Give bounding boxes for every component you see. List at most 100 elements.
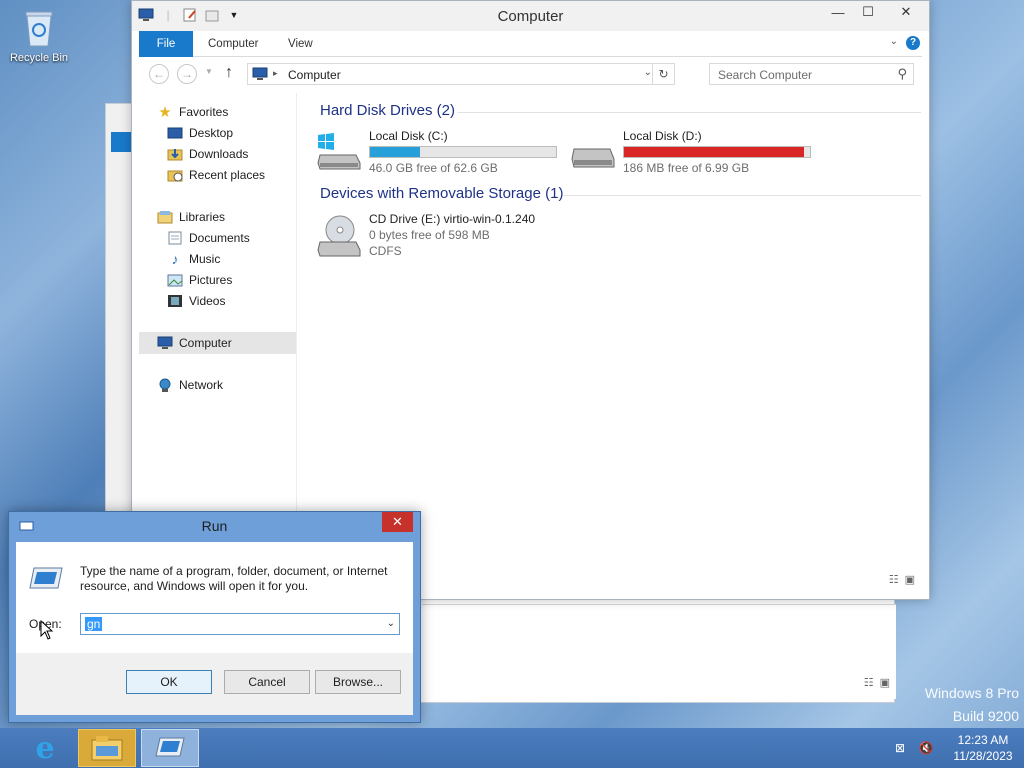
run-dialog: Run ✕ Type the name of a program, folder… bbox=[8, 511, 421, 723]
drive-c-name: Local Disk (C:) bbox=[369, 129, 448, 143]
address-dropdown-icon[interactable]: ⌄ bbox=[644, 67, 652, 78]
drive-e-filesystem: CDFS bbox=[369, 244, 402, 258]
system-tray: ⊠ 🔇 12:23 AM 11/28/2023 bbox=[890, 728, 1024, 768]
mouse-cursor-icon bbox=[40, 619, 54, 640]
tab-computer[interactable]: Computer bbox=[208, 31, 259, 57]
network-icon bbox=[157, 378, 173, 392]
nav-network[interactable]: Network bbox=[157, 375, 223, 395]
browse-button[interactable]: Browse... bbox=[315, 670, 401, 694]
help-icon[interactable]: ? bbox=[906, 36, 920, 50]
nav-recent-places[interactable]: Recent places bbox=[167, 165, 265, 185]
nav-recent-places-label: Recent places bbox=[189, 168, 266, 182]
windows-build-watermark: Build 9200 bbox=[952, 708, 1019, 724]
music-icon: ♪ bbox=[171, 251, 179, 267]
forward-button[interactable]: → bbox=[177, 64, 197, 84]
maximize-button[interactable]: ☐ bbox=[853, 1, 883, 23]
details-view-icon[interactable]: ☷ bbox=[889, 573, 899, 586]
group-divider bbox=[564, 195, 921, 196]
nav-desktop[interactable]: Desktop bbox=[167, 123, 233, 143]
nav-computer[interactable]: Computer bbox=[157, 333, 232, 353]
background-window-accent bbox=[111, 132, 131, 152]
run-program-icon bbox=[28, 566, 64, 592]
nav-favorites[interactable]: ★ Favorites bbox=[157, 102, 228, 122]
ok-button[interactable]: OK bbox=[126, 670, 212, 694]
run-icon bbox=[155, 737, 185, 757]
run-title: Run bbox=[201, 518, 228, 534]
nav-videos-label: Videos bbox=[189, 294, 226, 308]
nav-pictures[interactable]: Pictures bbox=[167, 270, 232, 290]
nav-downloads[interactable]: Downloads bbox=[167, 144, 248, 164]
details-view-icon[interactable]: ☷ bbox=[864, 676, 874, 689]
group-removable-storage[interactable]: Devices with Removable Storage (1) bbox=[320, 185, 563, 202]
drive-d-name: Local Disk (D:) bbox=[623, 129, 702, 143]
background-window-bottom-pane: ☷ ▣ bbox=[422, 604, 896, 699]
run-body: Type the name of a program, folder, docu… bbox=[16, 542, 413, 715]
star-icon: ★ bbox=[158, 104, 172, 121]
search-placeholder: Search Computer bbox=[718, 68, 813, 82]
recent-locations-icon[interactable]: ▼ bbox=[205, 67, 213, 76]
view-toggle: ☷ ▣ bbox=[889, 573, 915, 586]
breadcrumb-chevron-icon[interactable]: ▸ bbox=[273, 68, 278, 79]
large-icons-view-icon[interactable]: ▣ bbox=[905, 573, 915, 586]
drive-d-usage-bar bbox=[623, 146, 811, 158]
taskbar-internet-explorer[interactable]: e bbox=[16, 729, 74, 767]
run-button-bar: OK Cancel Browse... bbox=[16, 653, 413, 715]
close-button[interactable]: ✕ bbox=[883, 1, 929, 23]
drive-c-free: 46.0 GB free of 62.6 GB bbox=[369, 161, 498, 175]
desktop: { "desktop": { "recycle_bin_label": "Rec… bbox=[0, 0, 1024, 768]
desktop-icon bbox=[167, 126, 183, 140]
network-error-icon[interactable]: ⊠ bbox=[890, 740, 910, 756]
drive-d-usage-fill bbox=[624, 147, 805, 157]
refresh-icon[interactable]: ↻ bbox=[652, 64, 674, 84]
recycle-bin-shortcut[interactable]: Recycle Bin bbox=[6, 6, 72, 64]
tab-file[interactable]: File bbox=[139, 31, 193, 57]
nav-libraries-label: Libraries bbox=[179, 210, 226, 224]
tab-view[interactable]: View bbox=[288, 31, 313, 57]
recent-places-icon bbox=[167, 168, 183, 182]
drive-c[interactable]: Local Disk (C:) 46.0 GB free of 62.6 GB bbox=[316, 129, 561, 175]
nav-videos[interactable]: Videos bbox=[167, 291, 225, 311]
address-computer-icon bbox=[252, 67, 268, 84]
taskbar-run[interactable] bbox=[141, 729, 199, 767]
volume-muted-icon[interactable]: 🔇 bbox=[916, 740, 936, 756]
hard-drive-icon bbox=[570, 131, 616, 171]
expand-ribbon-icon[interactable]: ⌄ bbox=[890, 36, 898, 47]
chevron-down-icon[interactable]: ⌄ bbox=[387, 618, 395, 629]
run-description: Type the name of a program, folder, docu… bbox=[80, 564, 388, 593]
downloads-icon bbox=[167, 147, 183, 161]
videos-icon bbox=[167, 294, 183, 308]
window-controls: — ☐ ✕ bbox=[823, 1, 929, 23]
explorer-window: | ▼ Computer — ☐ ✕ File Computer View ⌄ … bbox=[131, 0, 930, 600]
taskbar: e ⊠ 🔇 12:23 AM 11/28/2023 bbox=[0, 728, 1024, 768]
address-text[interactable]: Computer bbox=[288, 68, 341, 82]
up-button[interactable]: ↑ bbox=[225, 64, 233, 82]
nav-documents-label: Documents bbox=[189, 231, 250, 245]
large-icons-view-icon[interactable]: ▣ bbox=[880, 676, 890, 689]
file-explorer-icon bbox=[91, 736, 123, 761]
nav-favorites-label: Favorites bbox=[179, 105, 229, 119]
address-bar[interactable]: ▸ Computer ⌄ ↻ bbox=[247, 63, 675, 85]
drive-e-free: 0 bytes free of 598 MB bbox=[369, 228, 490, 242]
pictures-icon bbox=[167, 273, 183, 287]
minimize-button[interactable]: — bbox=[823, 1, 853, 23]
taskbar-file-explorer[interactable] bbox=[78, 729, 136, 767]
search-icon[interactable]: ⚲ bbox=[897, 66, 907, 82]
run-close-button[interactable]: ✕ bbox=[382, 512, 413, 532]
clock[interactable]: 12:23 AM 11/28/2023 bbox=[942, 732, 1024, 764]
explorer-titlebar[interactable]: | ▼ Computer — ☐ ✕ bbox=[132, 1, 929, 31]
drive-e[interactable]: CD Drive (E:) virtio-win-0.1.240 0 bytes… bbox=[316, 212, 561, 264]
nav-desktop-label: Desktop bbox=[189, 126, 234, 140]
drive-d[interactable]: Local Disk (D:) 186 MB free of 6.99 GB bbox=[570, 129, 815, 175]
group-hard-disk-drives[interactable]: Hard Disk Drives (2) bbox=[320, 102, 455, 119]
back-button[interactable]: ← bbox=[149, 64, 169, 84]
clock-date: 11/28/2023 bbox=[953, 749, 1013, 763]
nav-documents[interactable]: Documents bbox=[167, 228, 250, 248]
open-combobox[interactable]: gn ⌄ bbox=[80, 613, 400, 635]
hard-drive-windows-icon bbox=[316, 131, 362, 171]
ribbon: File Computer View ⌄ ? bbox=[139, 31, 922, 57]
nav-libraries[interactable]: Libraries bbox=[157, 207, 225, 227]
nav-music[interactable]: ♪ Music bbox=[167, 249, 221, 269]
search-input[interactable]: Search Computer ⚲ bbox=[709, 63, 914, 85]
cancel-button[interactable]: Cancel bbox=[224, 670, 310, 694]
open-input-value[interactable]: gn bbox=[85, 617, 103, 631]
